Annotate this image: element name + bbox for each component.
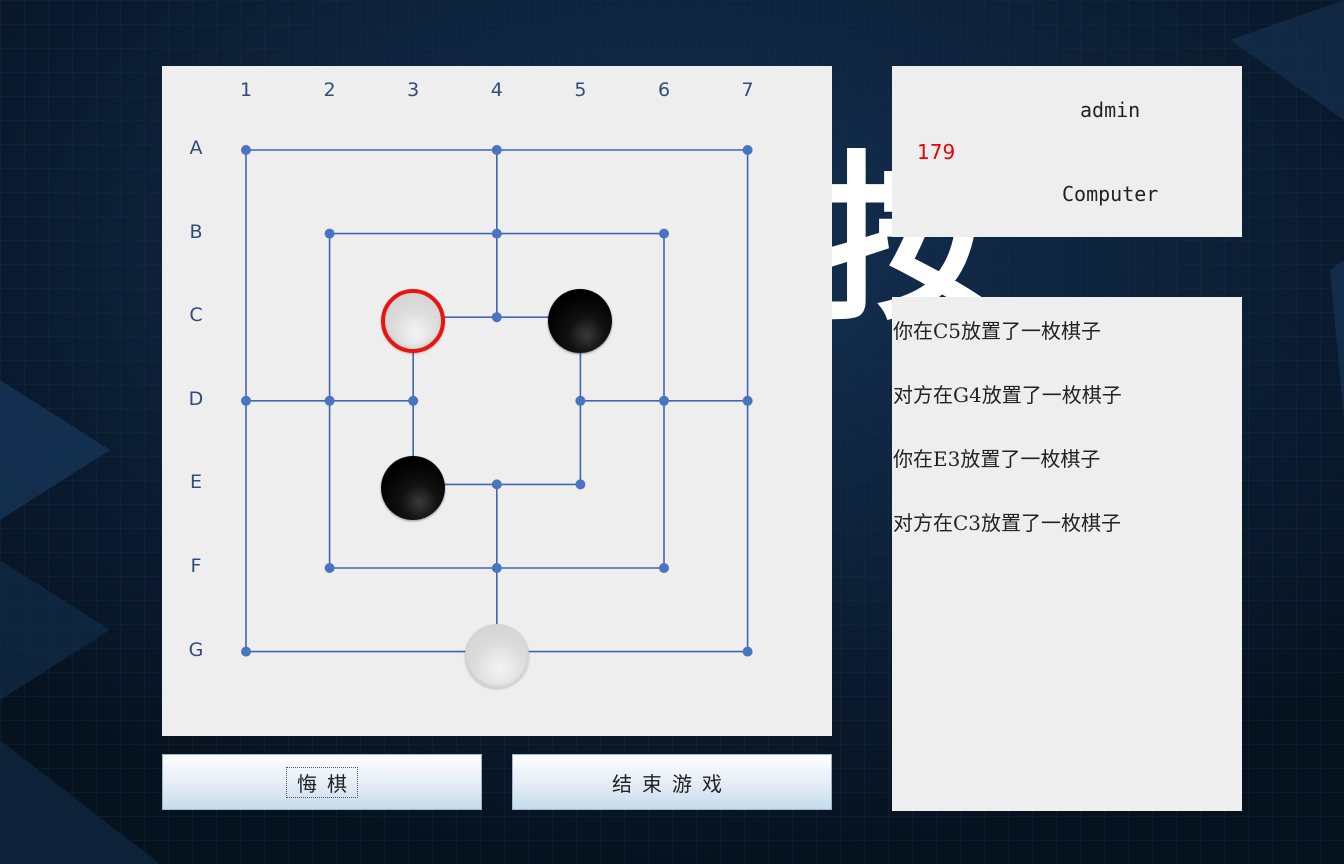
row-label: G <box>188 638 204 661</box>
board-point[interactable] <box>742 145 753 155</box>
board-point[interactable] <box>241 145 251 155</box>
player2-name: Computer <box>1062 182 1159 206</box>
game-board[interactable]: 1 2 3 4 5 6 7 A B C D E F G <box>162 66 832 736</box>
board-point[interactable] <box>659 563 669 573</box>
column-label: 5 <box>574 79 587 101</box>
row-label: E <box>189 471 202 494</box>
row-label: F <box>190 555 202 577</box>
score-counter: 179 <box>917 140 956 164</box>
row-label: B <box>189 220 203 243</box>
board-point[interactable] <box>659 228 669 239</box>
board-point[interactable] <box>324 228 335 239</box>
board-point[interactable] <box>324 563 335 573</box>
row-label: A <box>189 137 203 159</box>
column-label: 3 <box>407 79 420 101</box>
move-log-panel: 你在C5放置了一枚棋子 对方在G4放置了一枚棋子 你在E3放置了一枚棋子 对方在… <box>892 297 1242 811</box>
undo-button-label: 悔棋 <box>286 766 358 798</box>
board-point[interactable] <box>491 479 502 490</box>
white-stone[interactable] <box>381 289 446 354</box>
player1-name: admin <box>1080 98 1141 122</box>
log-entry: 你在E3放置了一枚棋子 <box>893 447 1101 471</box>
board-point[interactable] <box>408 395 419 406</box>
board-point[interactable] <box>575 395 586 406</box>
log-entry: 对方在G4放置了一枚棋子 <box>893 383 1122 407</box>
column-label: 6 <box>657 79 671 101</box>
undo-button[interactable]: 悔棋 <box>162 754 482 810</box>
board-point[interactable] <box>491 563 502 573</box>
player-info-panel: admin 179 Computer <box>892 66 1242 237</box>
board-point[interactable] <box>491 312 502 323</box>
board-point[interactable] <box>241 395 251 406</box>
column-label: 4 <box>490 79 503 101</box>
board-point[interactable] <box>742 646 753 657</box>
column-label: 1 <box>239 79 253 101</box>
board-point[interactable] <box>491 228 502 239</box>
board-point[interactable] <box>324 395 335 406</box>
board-point[interactable] <box>491 145 502 155</box>
board-point[interactable] <box>575 479 586 490</box>
log-entry: 你在C5放置了一枚棋子 <box>893 319 1102 343</box>
end-game-button-label: 结束游戏 <box>612 771 732 796</box>
white-stone[interactable] <box>464 623 529 688</box>
board-point[interactable] <box>659 395 669 406</box>
log-entry: 对方在C3放置了一枚棋子 <box>893 511 1122 535</box>
row-label: D <box>188 387 204 410</box>
column-label: 2 <box>323 79 336 101</box>
end-game-button[interactable]: 结束游戏 <box>512 754 832 810</box>
board-point[interactable] <box>241 646 251 657</box>
board-point[interactable] <box>742 395 753 406</box>
row-label: C <box>189 304 203 327</box>
column-label: 7 <box>741 79 754 101</box>
